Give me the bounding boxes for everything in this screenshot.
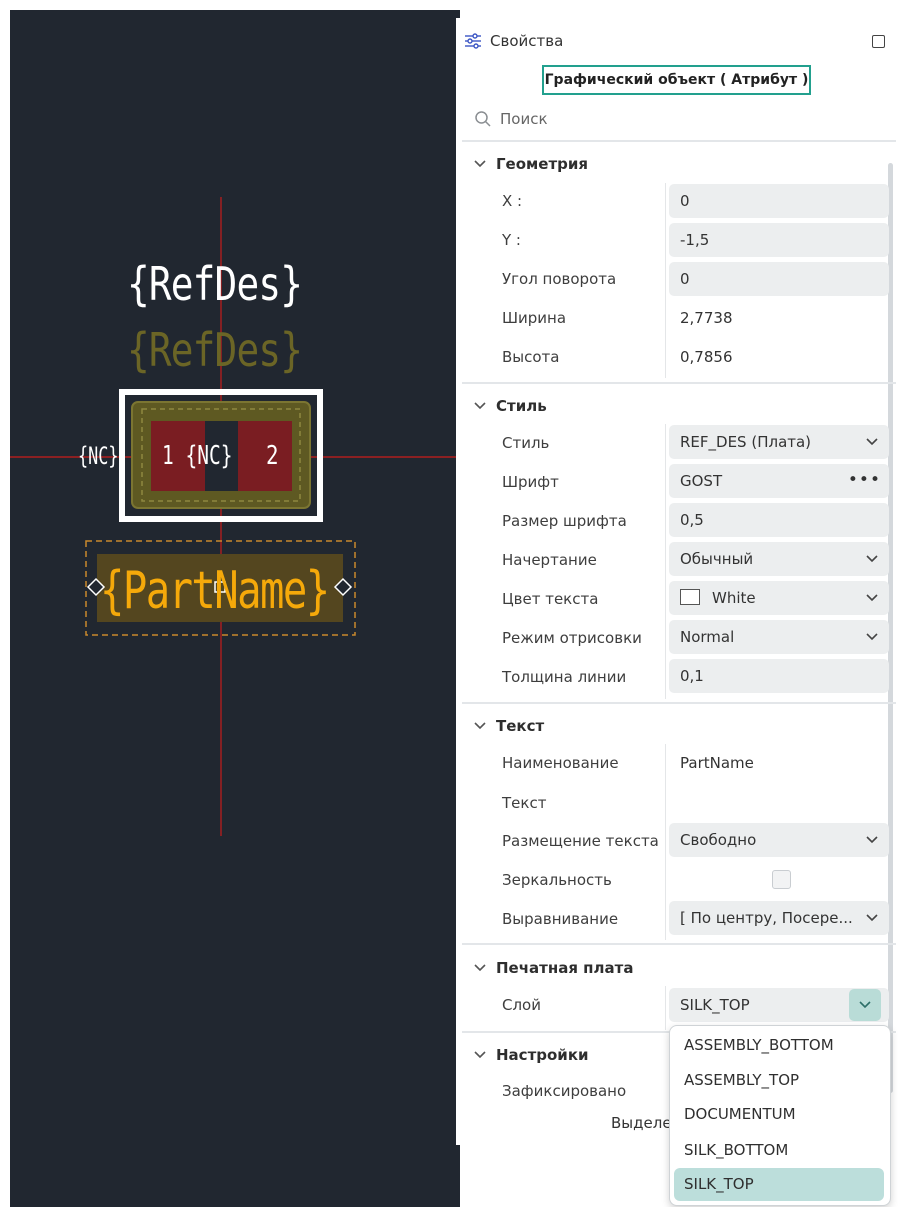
pad-2 [238, 421, 292, 491]
layer-select[interactable]: SILK_TOP [669, 988, 889, 1022]
chevron-down-icon [474, 1051, 486, 1059]
y-label: Y : [502, 231, 521, 249]
section-title: Стиль [496, 397, 547, 415]
locked-label: Зафиксировано [502, 1082, 627, 1100]
refdes-shadow-label: {RefDes} [127, 323, 303, 377]
chevron-down-icon [474, 964, 486, 972]
properties-panel: Свойства Графический объект ( Атрибут ) … [456, 18, 898, 1145]
section-style[interactable]: Стиль [474, 394, 547, 418]
text-color-value: White [712, 589, 756, 607]
layer-dropdown-button[interactable] [849, 989, 881, 1021]
section-pcb[interactable]: Печатная плата [474, 956, 633, 980]
maximize-icon[interactable] [872, 35, 885, 48]
angle-field[interactable]: 0 [669, 262, 889, 296]
face-label: Начертание [502, 551, 597, 569]
font-size-label: Размер шрифта [502, 512, 627, 530]
refdes-label[interactable]: {RefDes} [127, 257, 303, 311]
sliders-icon [465, 33, 481, 49]
nc-label: {NC} [78, 442, 119, 470]
render-mode-value: Normal [680, 628, 735, 646]
align-select[interactable]: [ По центру, Посере... [669, 901, 889, 935]
style-select[interactable]: REF_DES (Плата) [669, 425, 889, 459]
placement-select[interactable]: Свободно [669, 823, 889, 857]
font-label: Шрифт [502, 473, 559, 491]
font-value: GOST [680, 472, 723, 490]
name-label: Наименование [502, 754, 619, 772]
column-separator [665, 183, 666, 378]
search-input[interactable] [500, 107, 860, 131]
face-select-value: Обычный [680, 550, 754, 568]
line-width-label: Толщина линии [502, 668, 627, 686]
angle-label: Угол поворота [502, 270, 617, 288]
chevron-down-icon [866, 555, 878, 563]
text-color-label: Цвет текста [502, 590, 599, 608]
layer-dropdown-menu: ASSEMBLY_BOTTOM ASSEMBLY_TOP DOCUMENTUM … [669, 1025, 891, 1206]
column-separator [665, 744, 666, 940]
section-text[interactable]: Текст [474, 714, 544, 738]
layer-option-documentum[interactable]: DOCUMENTUM [674, 1098, 884, 1131]
layer-value: SILK_TOP [680, 996, 750, 1014]
more-icon[interactable]: ••• [848, 464, 881, 496]
layer-option-silk-top[interactable]: SILK_TOP [674, 1168, 884, 1201]
style-select-value: REF_DES (Плата) [680, 433, 812, 451]
height-label: Высота [502, 348, 560, 366]
section-settings[interactable]: Настройки [474, 1043, 589, 1067]
chevron-down-icon [474, 722, 486, 730]
style-label: Стиль [502, 434, 550, 452]
layer-label: Слой [502, 996, 541, 1014]
color-swatch [680, 589, 700, 605]
render-mode-select[interactable]: Normal [669, 620, 889, 654]
align-value: [ По центру, Посере... [680, 909, 853, 927]
chevron-down-icon [866, 836, 878, 844]
chevron-down-icon [474, 160, 486, 168]
layer-option-assembly-top[interactable]: ASSEMBLY_TOP [674, 1064, 884, 1097]
column-separator [665, 424, 666, 699]
placement-value: Свободно [680, 831, 757, 849]
section-title: Геометрия [496, 155, 589, 173]
x-field[interactable]: 0 [669, 184, 889, 218]
name-value: PartName [680, 754, 754, 772]
width-value: 2,7738 [680, 309, 733, 327]
font-size-field[interactable]: 0,5 [669, 503, 889, 537]
text-color-select[interactable]: White [669, 581, 889, 615]
mirror-checkbox[interactable] [772, 870, 791, 889]
divider [462, 943, 896, 945]
pad-2-label: 2 [266, 441, 279, 471]
divider [462, 140, 896, 142]
face-select[interactable]: Обычный [669, 542, 889, 576]
panel-title: Свойства [490, 32, 564, 50]
section-title: Текст [496, 717, 545, 735]
chevron-down-icon [859, 1001, 871, 1009]
layer-option-assembly-bottom[interactable]: ASSEMBLY_BOTTOM [674, 1029, 884, 1062]
search-icon [475, 111, 491, 127]
x-label: X : [502, 192, 523, 210]
pcb-canvas[interactable]: {RefDes} {RefDes} {NC} 1 {NC} 2 {PartNam… [10, 10, 460, 1207]
font-field[interactable]: GOST ••• [669, 464, 889, 498]
section-title: Печатная плата [496, 959, 634, 977]
section-geometry[interactable]: Геометрия [474, 152, 588, 176]
chevron-down-icon [866, 914, 878, 922]
height-value: 0,7856 [680, 348, 733, 366]
text-label: Текст [502, 794, 547, 812]
chevron-down-icon [866, 438, 878, 446]
divider [462, 382, 896, 384]
line-width-field[interactable]: 0,1 [669, 659, 889, 693]
mirror-label: Зеркальность [502, 871, 612, 889]
footer-select-button[interactable]: Выделе [611, 1114, 672, 1132]
placement-label: Размещение текста [502, 832, 659, 850]
width-label: Ширина [502, 309, 567, 327]
render-mode-label: Режим отрисовки [502, 629, 642, 647]
chevron-down-icon [866, 594, 878, 602]
section-title: Настройки [496, 1046, 589, 1064]
partname-label[interactable]: {PartName} [100, 561, 330, 621]
layer-option-silk-bottom[interactable]: SILK_BOTTOM [674, 1134, 884, 1167]
align-label: Выравнивание [502, 910, 619, 928]
column-separator [665, 986, 666, 1030]
y-field[interactable]: -1,5 [669, 223, 889, 257]
chevron-down-icon [866, 633, 878, 641]
chevron-down-icon [474, 402, 486, 410]
divider [462, 702, 896, 704]
pad-1-label: 1 {NC} [162, 441, 233, 471]
object-type-title: Графический объект ( Атрибут ) [542, 65, 811, 95]
